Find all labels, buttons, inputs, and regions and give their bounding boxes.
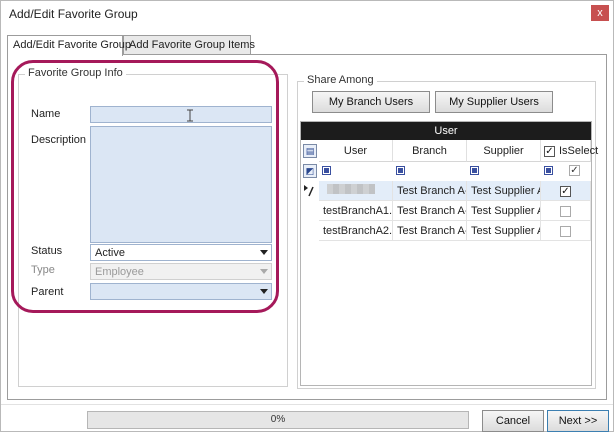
- column-header-user[interactable]: User: [319, 140, 393, 162]
- column-header-branch[interactable]: Branch: [393, 140, 467, 162]
- next-button[interactable]: Next >>: [547, 410, 609, 432]
- filter-isselect-icon[interactable]: [544, 166, 553, 175]
- cell-user[interactable]: testBranchA2.u: [319, 221, 393, 241]
- highlight-annotation: [11, 60, 279, 313]
- tab-add-favorite-group-items[interactable]: Add Favorite Group Items: [123, 35, 255, 55]
- share-among-title: Share Among: [304, 74, 377, 86]
- tab-add-edit-favorite-group[interactable]: Add/Edit Favorite Group: [7, 35, 131, 56]
- close-icon[interactable]: x: [591, 5, 609, 21]
- filter-row-icon[interactable]: ◩: [303, 164, 317, 178]
- title-bar: Add/Edit Favorite Group x: [1, 1, 613, 27]
- progress-bar: 0%: [87, 411, 469, 429]
- filter-isselect-checkbox[interactable]: ✓: [569, 165, 580, 176]
- dialog-window: Add/Edit Favorite Group x Add/Edit Favor…: [0, 0, 614, 432]
- filter-user-icon[interactable]: [322, 166, 331, 175]
- row-3-isselect-checkbox[interactable]: [560, 226, 571, 237]
- cancel-button[interactable]: Cancel: [482, 410, 544, 432]
- redacted-username: [327, 184, 375, 194]
- grid-band-header: User: [301, 122, 591, 140]
- cell-supplier[interactable]: Test Supplier A: [467, 181, 541, 201]
- filter-branch-icon[interactable]: [396, 166, 405, 175]
- row-1-isselect-checkbox[interactable]: ✓: [560, 186, 571, 197]
- column-chooser-icon[interactable]: ▤: [303, 144, 317, 158]
- cell-supplier[interactable]: Test Supplier A: [467, 201, 541, 221]
- window-title: Add/Edit Favorite Group: [9, 7, 138, 21]
- row-2-isselect-checkbox[interactable]: [560, 206, 571, 217]
- filter-supplier-icon[interactable]: [470, 166, 479, 175]
- footer-separator: [1, 404, 613, 405]
- my-supplier-users-button[interactable]: My Supplier Users: [435, 91, 553, 113]
- my-branch-users-button[interactable]: My Branch Users: [312, 91, 430, 113]
- cell-branch[interactable]: Test Branch A-: [393, 181, 467, 201]
- cell-branch[interactable]: Test Branch A-: [393, 201, 467, 221]
- edit-row-icon: [304, 185, 314, 197]
- cell-branch[interactable]: Test Branch A-: [393, 221, 467, 241]
- cell-user[interactable]: testBranchA1.u: [319, 201, 393, 221]
- cell-supplier[interactable]: Test Supplier A: [467, 221, 541, 241]
- users-grid: User ▤ User Branch Supplier IsSelect ✓ ◩…: [300, 121, 598, 386]
- select-all-checkbox[interactable]: ✓: [544, 146, 555, 157]
- column-header-supplier[interactable]: Supplier: [467, 140, 541, 162]
